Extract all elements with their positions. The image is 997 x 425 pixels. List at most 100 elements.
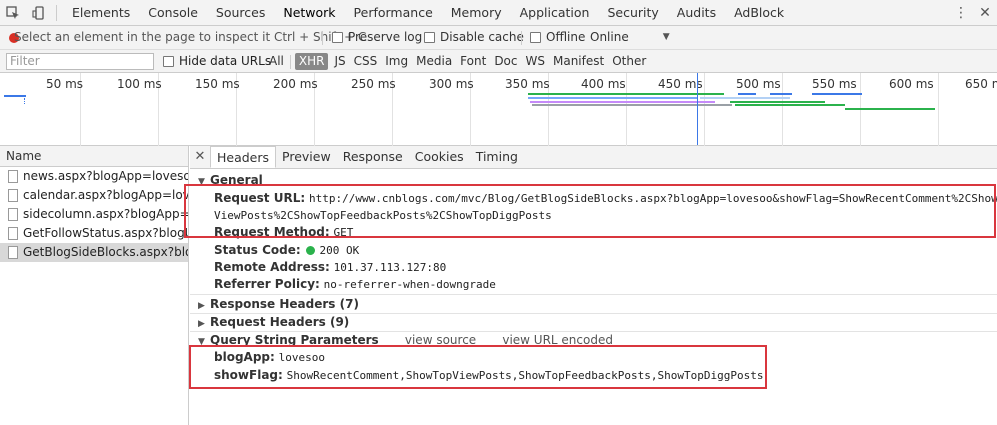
referrer-policy-row: Referrer Policy: no-referrer-when-downgr… [214, 277, 496, 291]
inspect-element-icon[interactable] [0, 0, 26, 26]
tab-memory[interactable]: Memory [442, 0, 511, 26]
type-filter-css[interactable]: CSS [350, 53, 382, 70]
request-name: news.aspx?blogApp=lovesoo [23, 169, 188, 183]
type-filter-media[interactable]: Media [412, 53, 456, 70]
request-name: sidecolumn.aspx?blogApp=l... [23, 207, 188, 221]
timeline-request-bar [530, 101, 715, 103]
tab-performance[interactable]: Performance [345, 0, 442, 26]
hide-data-urls-checkbox[interactable]: Hide data URLs [163, 54, 271, 68]
request-row[interactable]: calendar.aspx?blogApp=love... [0, 186, 188, 205]
filter-input[interactable]: Filter [6, 53, 154, 70]
detail-tabbar: ✕ Headers Preview Response Cookies Timin… [190, 146, 997, 169]
name-column-header[interactable]: Name [0, 146, 188, 167]
throttling-select[interactable]: Online ▼ [590, 30, 670, 44]
referrer-policy-label: Referrer Policy: [214, 277, 320, 291]
request-headers-section-toggle[interactable]: ▶ Request Headers (9) [198, 315, 349, 329]
close-icon[interactable]: ✕ [973, 5, 997, 21]
request-row[interactable]: news.aspx?blogApp=lovesoo [0, 167, 188, 186]
timeline-tick-label: 50 ms [46, 77, 84, 91]
type-filter-all[interactable]: All [265, 53, 288, 70]
dropdown-arrow-icon: ▼ [662, 32, 670, 42]
timeline-tick-label: 200 ms [273, 77, 318, 91]
tab-application[interactable]: Application [511, 0, 599, 26]
tab-network[interactable]: Network [274, 0, 344, 26]
timeline-tick-label: 400 ms [581, 77, 626, 91]
type-filter-js[interactable]: JS [330, 53, 349, 70]
file-icon [8, 246, 18, 259]
inspect-hint: Select an element in the page to inspect… [14, 30, 367, 44]
tab-cookies[interactable]: Cookies [409, 146, 470, 168]
more-options-icon[interactable]: ⋮ [949, 5, 973, 21]
timeline-tick-label: 150 ms [195, 77, 240, 91]
status-code-value: 200 OK [319, 244, 360, 257]
filter-bar: Filter Hide data URLs All XHR JS CSS Img… [0, 50, 997, 73]
toolbar-divider [56, 4, 57, 21]
timeline-request-bar [770, 93, 792, 95]
tab-audits[interactable]: Audits [668, 0, 725, 26]
timeline-request-bar [845, 108, 935, 110]
tab-sources[interactable]: Sources [207, 0, 274, 26]
timeline-gridline [626, 73, 627, 146]
tab-elements[interactable]: Elements [63, 0, 139, 26]
timeline-gridline [938, 73, 939, 146]
preserve-log-checkbox[interactable]: Preserve log [332, 30, 422, 44]
remote-address-label: Remote Address: [214, 260, 330, 274]
tab-security[interactable]: Security [598, 0, 667, 26]
timeline-gridline [782, 73, 783, 146]
close-detail-icon[interactable]: ✕ [190, 146, 210, 168]
type-filter-other[interactable]: Other [608, 53, 650, 70]
checkbox-box [530, 31, 541, 43]
disable-cache-label: Disable cache [440, 30, 524, 44]
timeline-tick-label: 500 ms [736, 77, 781, 91]
network-overview-timeline[interactable]: 50 ms 100 ms 150 ms 200 ms 250 ms 300 ms… [0, 73, 997, 146]
remote-address-row: Remote Address: 101.37.113.127:80 [214, 260, 446, 274]
request-detail-pane: ✕ Headers Preview Response Cookies Timin… [184, 146, 997, 425]
timeline-tick-label: 300 ms [429, 77, 474, 91]
type-filter-font[interactable]: Font [456, 53, 490, 70]
request-row-selected[interactable]: GetBlogSideBlocks.aspx?blo... [0, 243, 188, 262]
dom-content-loaded-marker [697, 73, 698, 145]
tab-timing[interactable]: Timing [470, 146, 524, 168]
timeline-request-bar [528, 93, 724, 95]
status-code-label: Status Code: [214, 243, 301, 257]
timeline-tick-label: 450 ms [658, 77, 703, 91]
timeline-tick-label: 550 ms [812, 77, 857, 91]
type-filter-img[interactable]: Img [381, 53, 412, 70]
tab-console[interactable]: Console [139, 0, 207, 26]
tab-headers[interactable]: Headers [210, 146, 277, 168]
request-name: GetFollowStatus.aspx?blogU... [23, 226, 188, 240]
request-headers-title: Request Headers (9) [210, 315, 350, 329]
type-filter-divider [289, 54, 291, 69]
checkbox-box [424, 31, 435, 43]
request-row[interactable]: sidecolumn.aspx?blogApp=l... [0, 205, 188, 224]
referrer-policy-value: no-referrer-when-downgrade [323, 278, 496, 291]
checkbox-box [332, 31, 343, 43]
timeline-tick-label: 250 ms [351, 77, 396, 91]
status-code-row: Status Code: 200 OK [214, 243, 359, 257]
tab-response[interactable]: Response [337, 146, 409, 168]
timeline-request-bar [735, 104, 845, 106]
response-headers-section-toggle[interactable]: ▶ Response Headers (7) [198, 297, 359, 311]
timeline-request-bar [812, 93, 862, 95]
type-filter-ws[interactable]: WS [522, 53, 549, 70]
device-toolbar-icon[interactable] [26, 0, 52, 26]
type-filter-doc[interactable]: Doc [490, 53, 521, 70]
request-row[interactable]: GetFollowStatus.aspx?blogU... [0, 224, 188, 243]
disable-cache-checkbox[interactable]: Disable cache [424, 30, 524, 44]
preserve-log-label: Preserve log [348, 30, 423, 44]
network-toolbar: Select an element in the page to inspect… [0, 26, 997, 50]
type-filter-manifest[interactable]: Manifest [549, 53, 608, 70]
request-name: GetBlogSideBlocks.aspx?blo... [23, 245, 188, 259]
section-divider [190, 294, 997, 295]
offline-label: Offline [546, 30, 586, 44]
type-filter-xhr[interactable]: XHR [294, 53, 329, 70]
tab-preview[interactable]: Preview [276, 146, 337, 168]
collapsed-triangle-icon: ▶ [198, 301, 205, 311]
tab-adblock[interactable]: AdBlock [725, 0, 793, 26]
devtools-tabbar: Elements Console Sources Network Perform… [0, 0, 997, 26]
devtools-window-controls: ⋮ ✕ [949, 0, 997, 26]
highlight-box-query [189, 345, 767, 389]
offline-checkbox[interactable]: Offline [530, 30, 585, 44]
section-divider [190, 331, 997, 332]
file-icon [8, 189, 18, 202]
